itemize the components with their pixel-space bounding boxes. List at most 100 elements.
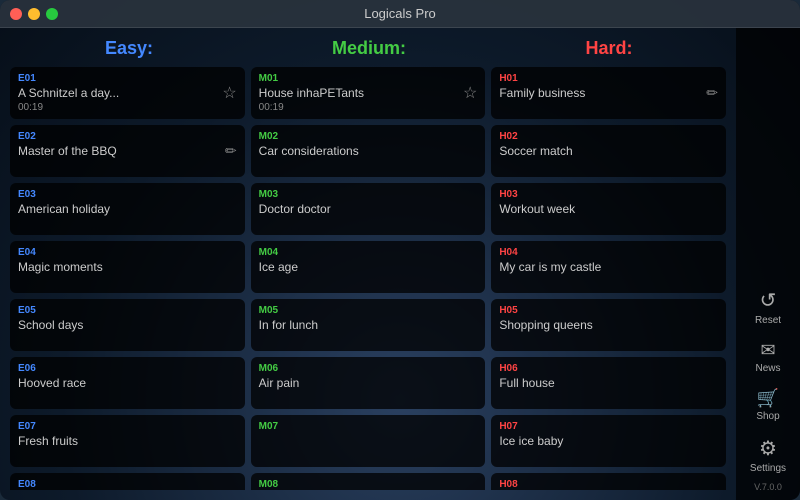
card-id: E05 xyxy=(18,305,237,316)
star-icon: ☆ xyxy=(222,83,236,103)
card-h08[interactable]: H08 xyxy=(491,473,726,490)
pencil-icon: ✏ xyxy=(225,143,237,160)
sidebar-item-news[interactable]: ✉ News xyxy=(740,334,796,380)
card-title: Car considerations xyxy=(259,144,478,160)
card-id: M08 xyxy=(259,479,478,490)
content-area: Easy: Medium: Hard: E01 A Schnitzel a da… xyxy=(0,28,736,500)
card-id: M04 xyxy=(259,247,478,258)
app-window: Logicals Pro Easy: Medium: Hard: E01 A S… xyxy=(0,0,800,500)
sidebar: ↺ Reset ✉ News 🛒 Shop ⚙ Settings V.7.0.0 xyxy=(736,28,800,500)
card-title: In for lunch xyxy=(259,318,478,334)
cards-grid: E01 A Schnitzel a day... 00:19 ☆ M01 Hou… xyxy=(10,67,726,490)
card-title: Workout week xyxy=(499,202,718,218)
card-subtitle: 00:19 xyxy=(259,102,478,113)
card-m03[interactable]: M03 Doctor doctor xyxy=(251,183,486,235)
card-id: E01 xyxy=(18,73,237,84)
card-h07[interactable]: H07 Ice ice baby xyxy=(491,415,726,467)
card-e03[interactable]: E03 American holiday xyxy=(10,183,245,235)
app-title: Logicals Pro xyxy=(364,6,436,21)
card-h03[interactable]: H03 Workout week xyxy=(491,183,726,235)
card-title: Ice ice baby xyxy=(499,434,718,450)
card-m01[interactable]: M01 House inhaPETants 00:19 ☆ xyxy=(251,67,486,119)
card-id: H02 xyxy=(499,131,718,142)
card-id: H05 xyxy=(499,305,718,316)
card-m06[interactable]: M06 Air pain xyxy=(251,357,486,409)
card-h04[interactable]: H04 My car is my castle xyxy=(491,241,726,293)
card-e06[interactable]: E06 Hooved race xyxy=(10,357,245,409)
card-title: Doctor doctor xyxy=(259,202,478,218)
card-title: School days xyxy=(18,318,237,334)
window-controls xyxy=(10,8,58,20)
card-id: M07 xyxy=(259,421,478,432)
card-h06[interactable]: H06 Full house xyxy=(491,357,726,409)
card-m08[interactable]: M08 xyxy=(251,473,486,490)
card-id: E02 xyxy=(18,131,237,142)
card-m05[interactable]: M05 In for lunch xyxy=(251,299,486,351)
card-id: H03 xyxy=(499,189,718,200)
news-icon: ✉ xyxy=(760,340,775,361)
card-e05[interactable]: E05 School days xyxy=(10,299,245,351)
close-button[interactable] xyxy=(10,8,22,20)
card-id: H07 xyxy=(499,421,718,432)
card-title: Hooved race xyxy=(18,376,237,392)
card-id: M02 xyxy=(259,131,478,142)
news-label: News xyxy=(755,363,780,374)
titlebar: Logicals Pro xyxy=(0,0,800,28)
card-id: H06 xyxy=(499,363,718,374)
shop-label: Shop xyxy=(756,411,779,422)
settings-icon: ⚙ xyxy=(759,436,777,461)
star-icon: ☆ xyxy=(463,83,477,103)
card-subtitle: 00:19 xyxy=(18,102,237,113)
card-m07[interactable]: M07 xyxy=(251,415,486,467)
card-title: Shopping queens xyxy=(499,318,718,334)
maximize-button[interactable] xyxy=(46,8,58,20)
card-title: House inhaPETants xyxy=(259,86,478,102)
card-h01[interactable]: H01 Family business ✏ xyxy=(491,67,726,119)
card-id: E07 xyxy=(18,421,237,432)
card-id: M03 xyxy=(259,189,478,200)
card-h05[interactable]: H05 Shopping queens xyxy=(491,299,726,351)
card-id: M06 xyxy=(259,363,478,374)
card-id: E04 xyxy=(18,247,237,258)
card-id: H08 xyxy=(499,479,718,490)
card-id: E08 xyxy=(18,479,237,490)
easy-header: Easy: xyxy=(12,38,246,59)
sidebar-item-settings[interactable]: ⚙ Settings xyxy=(740,430,796,480)
card-title: Master of the BBQ xyxy=(18,144,237,160)
card-id: E06 xyxy=(18,363,237,374)
card-e08[interactable]: E08 xyxy=(10,473,245,490)
column-headers: Easy: Medium: Hard: xyxy=(10,38,726,59)
card-title: Fresh fruits xyxy=(18,434,237,450)
settings-label: Settings xyxy=(750,463,786,474)
pencil-icon: ✏ xyxy=(706,85,718,102)
reset-label: Reset xyxy=(755,315,781,326)
card-title: Soccer match xyxy=(499,144,718,160)
minimize-button[interactable] xyxy=(28,8,40,20)
card-e01[interactable]: E01 A Schnitzel a day... 00:19 ☆ xyxy=(10,67,245,119)
card-e07[interactable]: E07 Fresh fruits xyxy=(10,415,245,467)
sidebar-item-shop[interactable]: 🛒 Shop xyxy=(740,382,796,428)
card-id: H01 xyxy=(499,73,718,84)
card-title: American holiday xyxy=(18,202,237,218)
card-title: Ice age xyxy=(259,260,478,276)
card-id: M01 xyxy=(259,73,478,84)
shop-icon: 🛒 xyxy=(757,388,779,409)
card-h02[interactable]: H02 Soccer match xyxy=(491,125,726,177)
card-title: Air pain xyxy=(259,376,478,392)
card-title: Full house xyxy=(499,376,718,392)
card-title: Magic moments xyxy=(18,260,237,276)
card-title: My car is my castle xyxy=(499,260,718,276)
sidebar-item-reset[interactable]: ↺ Reset xyxy=(740,282,796,332)
card-title: Family business xyxy=(499,86,718,102)
medium-header: Medium: xyxy=(252,38,486,59)
card-title: A Schnitzel a day... xyxy=(18,86,237,102)
card-id: M05 xyxy=(259,305,478,316)
card-m02[interactable]: M02 Car considerations xyxy=(251,125,486,177)
hard-header: Hard: xyxy=(492,38,726,59)
card-e04[interactable]: E04 Magic moments xyxy=(10,241,245,293)
main-content: Easy: Medium: Hard: E01 A Schnitzel a da… xyxy=(0,28,800,500)
card-m04[interactable]: M04 Ice age xyxy=(251,241,486,293)
card-e02[interactable]: E02 Master of the BBQ ✏ xyxy=(10,125,245,177)
card-id: H04 xyxy=(499,247,718,258)
card-id: E03 xyxy=(18,189,237,200)
